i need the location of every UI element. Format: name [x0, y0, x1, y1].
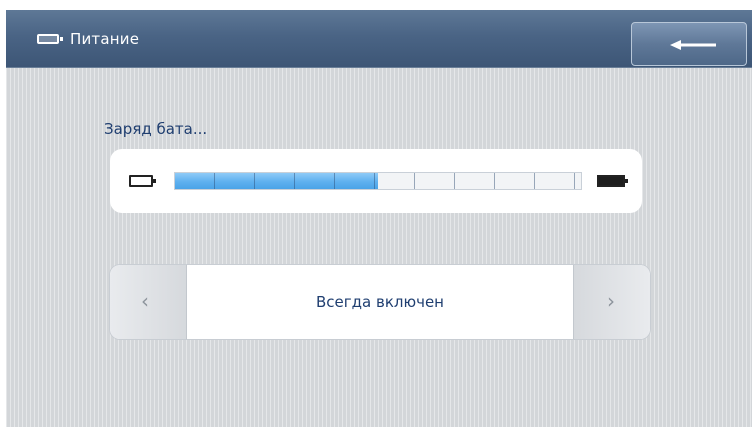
previous-mode-button[interactable]: ‹ [110, 265, 187, 339]
battery-level-panel [110, 149, 642, 213]
power-screen: Питание Заряд бата... ‹ Всегда включен › [6, 10, 752, 427]
battery-full-icon [597, 175, 628, 187]
battery-level-bar [174, 172, 582, 190]
battery-level-segments [175, 173, 581, 189]
battery-charge-label: Заряд бата... [104, 120, 208, 138]
arrow-left-icon [670, 40, 716, 50]
chevron-right-icon: › [607, 289, 615, 313]
chevron-left-icon: ‹ [141, 289, 149, 313]
back-button[interactable] [631, 22, 747, 66]
power-mode-value: Всегда включен [316, 293, 444, 311]
battery-empty-icon [129, 175, 156, 187]
page-title: Питание [70, 30, 140, 48]
power-mode-selector: ‹ Всегда включен › [110, 265, 650, 339]
next-mode-button[interactable]: › [573, 265, 650, 339]
battery-icon [37, 34, 63, 44]
title-bar: Питание [6, 10, 752, 68]
